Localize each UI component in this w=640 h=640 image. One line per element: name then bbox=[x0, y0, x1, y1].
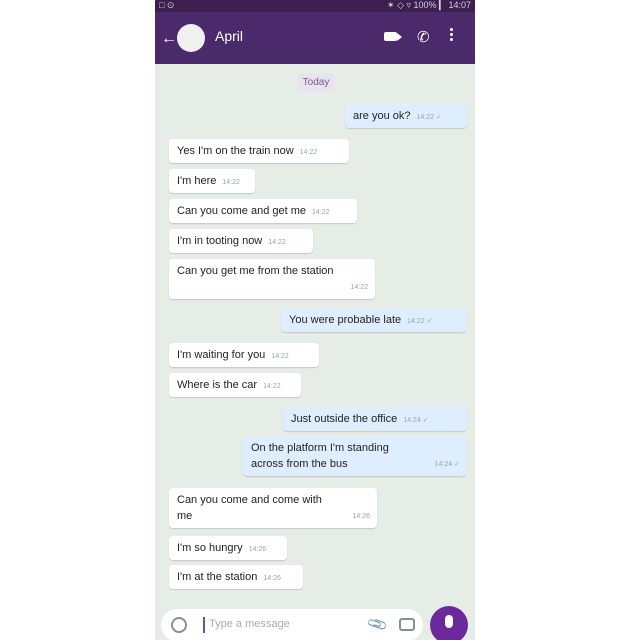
message-bubble-outgoing[interactable]: You were probable late 14:22 ✓ bbox=[281, 308, 467, 332]
emoji-icon[interactable] bbox=[171, 617, 187, 633]
message-text: I'm in tooting now bbox=[177, 235, 263, 247]
message-bubble-incoming[interactable]: I'm here 14:22 bbox=[169, 169, 255, 193]
message-composer: Type a message 📎 bbox=[161, 609, 423, 640]
text-cursor bbox=[203, 617, 205, 633]
message-time: 14:26 bbox=[263, 575, 281, 582]
phone-call-icon[interactable]: ✆ bbox=[417, 28, 430, 46]
back-arrow-icon[interactable]: ← bbox=[161, 30, 177, 48]
message-time: 14:22 bbox=[222, 179, 240, 186]
status-right-indicators: ✶ ◇ ▿ 100% ▎ 14:07 bbox=[387, 0, 471, 10]
status-bar: □ ⊙ ✶ ◇ ▿ 100% ▎ 14:07 bbox=[155, 0, 475, 12]
message-bubble-incoming[interactable]: I'm waiting for you 14:22 bbox=[169, 343, 319, 367]
message-bubble-incoming[interactable]: Can you come and get me 14:22 bbox=[169, 199, 357, 223]
contact-name[interactable]: April bbox=[215, 28, 243, 44]
message-text: I'm at the station bbox=[177, 571, 258, 583]
message-text: You were probable late bbox=[289, 314, 402, 326]
message-bubble-outgoing[interactable]: Just outside the office 14:24 ✓ bbox=[283, 407, 467, 431]
message-text: On the platform I'm standing across from… bbox=[251, 442, 389, 470]
message-time: 14:22 bbox=[312, 209, 330, 216]
phone-screen: □ ⊙ ✶ ◇ ▿ 100% ▎ 14:07 ← April ✆ Today a… bbox=[155, 0, 475, 640]
message-text: Can you come and come with me bbox=[177, 494, 322, 522]
message-time: 14:24 ✓ bbox=[403, 417, 429, 424]
message-time: 14:22 ✓ bbox=[407, 318, 433, 325]
message-text: I'm here bbox=[177, 175, 217, 187]
message-text: I'm waiting for you bbox=[177, 349, 266, 361]
message-time: 14:26 bbox=[248, 546, 267, 553]
message-time: 14:26 bbox=[352, 513, 370, 520]
camera-icon[interactable] bbox=[399, 618, 415, 631]
chat-header: ← April ✆ bbox=[155, 12, 475, 64]
message-bubble-incoming[interactable]: Can you get me from the station 14:22 bbox=[169, 259, 375, 299]
message-time: 14:24 ✓ bbox=[434, 461, 460, 468]
message-text: Can you come and get me bbox=[177, 205, 307, 217]
message-time: 14:22 bbox=[271, 353, 289, 360]
attach-clip-icon[interactable]: 📎 bbox=[366, 613, 390, 636]
message-bubble-incoming[interactable]: Yes I'm on the train now 14:22 bbox=[169, 139, 349, 163]
message-text: are you ok? bbox=[353, 110, 411, 122]
message-bubble-outgoing[interactable]: are you ok? 14:22 ✓ bbox=[345, 104, 467, 128]
message-text: Yes I'm on the train now bbox=[177, 145, 294, 157]
message-bubble-incoming[interactable]: Can you come and come with me 14:26 bbox=[169, 488, 377, 528]
message-time: 14:22 bbox=[299, 149, 318, 156]
video-call-icon[interactable] bbox=[384, 28, 402, 45]
message-time: 14:22 bbox=[263, 383, 281, 390]
message-time: 14:22 bbox=[268, 239, 286, 246]
message-bubble-incoming[interactable]: I'm so hungry 14:26 bbox=[169, 536, 287, 560]
microphone-icon bbox=[445, 615, 453, 628]
message-bubble-incoming[interactable]: I'm at the station 14:26 bbox=[169, 565, 303, 589]
message-text: Can you get me from the station bbox=[177, 265, 334, 277]
message-time: 14:22 ✓ bbox=[416, 114, 442, 121]
message-text: Just outside the office bbox=[291, 413, 398, 425]
message-input[interactable]: Type a message bbox=[209, 618, 290, 630]
message-text: I'm so hungry bbox=[177, 542, 243, 554]
more-options-icon[interactable] bbox=[450, 28, 453, 47]
message-text: Where is the car bbox=[177, 379, 258, 391]
message-bubble-incoming[interactable]: Where is the car 14:22 bbox=[169, 373, 301, 397]
contact-avatar[interactable] bbox=[177, 24, 205, 52]
message-bubble-outgoing[interactable]: On the platform I'm standing across from… bbox=[243, 436, 467, 476]
voice-record-button[interactable] bbox=[430, 606, 468, 640]
date-separator: Today bbox=[298, 74, 334, 92]
message-bubble-incoming[interactable]: I'm in tooting now 14:22 bbox=[169, 229, 313, 253]
status-left-icons: □ ⊙ bbox=[159, 0, 175, 10]
message-time: 14:22 bbox=[350, 284, 368, 291]
